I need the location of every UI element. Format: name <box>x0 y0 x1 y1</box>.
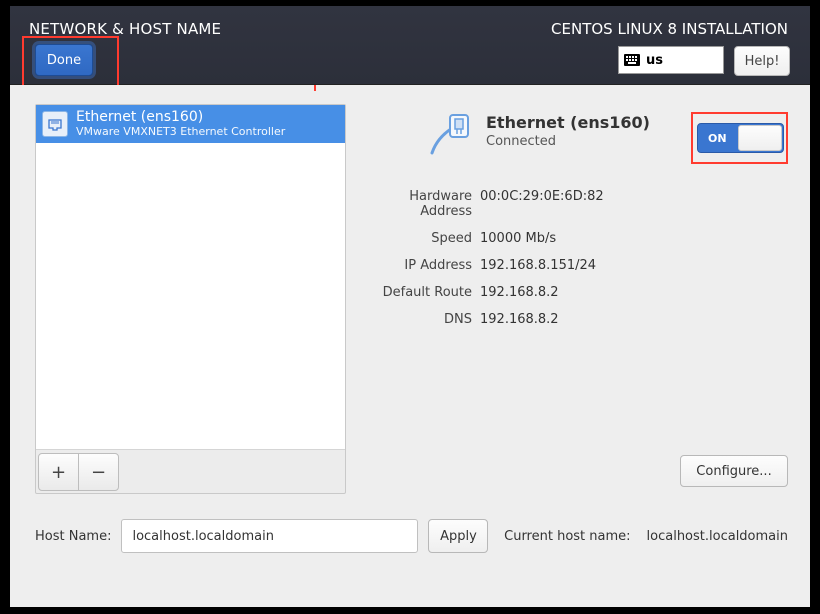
current-hostname-value: localhost.localdomain <box>647 529 788 544</box>
prop-label: Default Route <box>366 285 480 300</box>
help-button[interactable]: Help! <box>734 46 790 76</box>
interface-subtitle: VMware VMXNET3 Ethernet Controller <box>76 126 285 138</box>
prop-row-ip: IP Address 192.168.8.151/24 <box>366 258 788 273</box>
hostname-row: Host Name: Apply Current host name: loca… <box>35 519 788 553</box>
prop-label: Hardware Address <box>366 189 480 219</box>
ethernet-port-icon <box>42 111 68 137</box>
connection-toggle[interactable]: ON <box>697 123 784 153</box>
add-interface-button[interactable]: + <box>38 453 79 491</box>
interface-text: Ethernet (ens160) VMware VMXNET3 Etherne… <box>76 110 285 137</box>
hostname-input[interactable] <box>121 519 418 553</box>
prop-value: 192.168.8.2 <box>480 285 559 300</box>
toggle-highlight-box: ON <box>691 112 788 164</box>
hostname-label: Host Name: <box>35 529 111 544</box>
prop-value: 00:0C:29:0E:6D:82 <box>480 189 604 219</box>
prop-label: DNS <box>366 312 480 327</box>
prop-label: Speed <box>366 231 480 246</box>
prop-row-route: Default Route 192.168.8.2 <box>366 285 788 300</box>
toggle-knob <box>738 125 782 151</box>
prop-row-hwaddr: Hardware Address 00:0C:29:0E:6D:82 <box>366 189 788 219</box>
prop-label: IP Address <box>366 258 480 273</box>
interface-name: Ethernet (ens160) <box>76 110 285 125</box>
keyboard-layout-label: us <box>646 53 663 68</box>
highlight-marker <box>314 85 316 91</box>
prop-row-dns: DNS 192.168.8.2 <box>366 312 788 327</box>
toggle-state-label: ON <box>708 132 727 145</box>
apply-button[interactable]: Apply <box>428 519 488 553</box>
prop-value: 192.168.8.2 <box>480 312 559 327</box>
connection-title: Ethernet (ens160) <box>486 113 650 132</box>
ethernet-plug-icon <box>424 113 474 158</box>
interface-buttons: + − <box>38 453 119 491</box>
keyboard-layout-selector[interactable]: us <box>618 46 724 74</box>
interface-row[interactable]: Ethernet (ens160) VMware VMXNET3 Etherne… <box>36 105 345 143</box>
current-hostname-label: Current host name: <box>504 529 630 544</box>
configure-button[interactable]: Configure... <box>680 455 788 487</box>
done-button[interactable]: Done <box>35 44 93 76</box>
prop-row-speed: Speed 10000 Mb/s <box>366 231 788 246</box>
remove-interface-button[interactable]: − <box>78 453 119 491</box>
interface-list[interactable]: Ethernet (ens160) VMware VMXNET3 Etherne… <box>36 105 345 450</box>
prop-value: 192.168.8.151/24 <box>480 258 596 273</box>
connection-status: Connected <box>486 134 556 149</box>
interface-panel: Ethernet (ens160) VMware VMXNET3 Etherne… <box>35 104 346 494</box>
install-title: CENTOS LINUX 8 INSTALLATION <box>551 20 788 38</box>
connection-properties: Hardware Address 00:0C:29:0E:6D:82 Speed… <box>366 189 788 339</box>
keyboard-icon <box>623 50 641 70</box>
body: Ethernet (ens160) VMware VMXNET3 Etherne… <box>10 85 810 607</box>
prop-value: 10000 Mb/s <box>480 231 556 246</box>
installer-window: NETWORK & HOST NAME CENTOS LINUX 8 INSTA… <box>10 6 810 607</box>
header: NETWORK & HOST NAME CENTOS LINUX 8 INSTA… <box>10 6 810 85</box>
